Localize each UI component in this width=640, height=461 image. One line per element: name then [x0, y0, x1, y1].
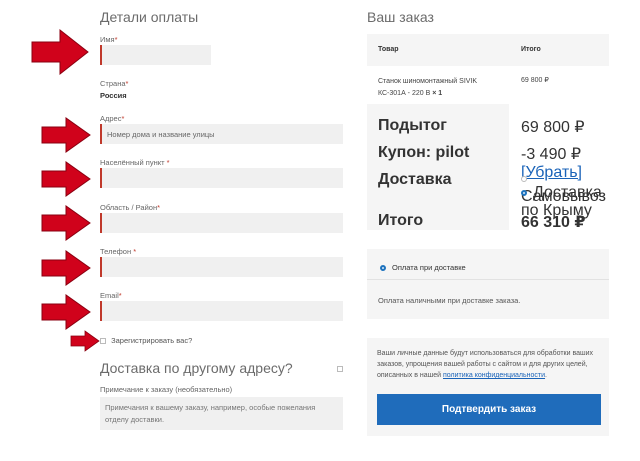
product-qty: × 1: [432, 90, 443, 97]
country-label: Страна*: [100, 79, 128, 88]
product-name-text: Станок шиномонтажный SIVIK КС-301А - 220…: [378, 78, 478, 97]
product-price: 69 800 ₽: [521, 77, 549, 84]
payment-method-label: Оплата при доставке: [392, 263, 466, 272]
shipping-title: Доставка по другому адресу?: [100, 360, 293, 376]
address-label: Адрес*: [100, 114, 124, 123]
shipping-label: Доставка: [378, 171, 452, 188]
email-label: Email*: [100, 291, 122, 300]
required-mark: *: [157, 203, 161, 212]
subtotal-value: 69 800 ₽: [521, 119, 585, 136]
required-mark: *: [118, 291, 122, 300]
privacy-policy-link[interactable]: политика конфиденциальности: [443, 372, 545, 379]
product-name: Станок шиномонтажный SIVIK КС-301А - 220…: [378, 76, 498, 100]
address-input[interactable]: [100, 124, 343, 144]
city-label-text: Населённый пункт: [100, 158, 165, 167]
phone-input[interactable]: [100, 257, 343, 277]
privacy-text-end: .: [545, 372, 547, 379]
arrow-address-icon: [41, 117, 91, 153]
email-label-text: Email: [100, 291, 119, 300]
privacy-text: Ваши личные данные будут использоваться …: [377, 348, 602, 381]
payment-method[interactable]: Оплата при доставке: [380, 263, 466, 272]
ship-different-checkbox[interactable]: [337, 366, 343, 372]
register-checkbox[interactable]: [100, 338, 106, 345]
arrow-city-icon: [41, 161, 91, 197]
total-label: Итого: [378, 212, 424, 229]
region-label: Область / Район*: [100, 203, 160, 212]
payment-cod-radio[interactable]: [380, 265, 386, 272]
order-note-textarea[interactable]: [100, 397, 343, 430]
shipping-crimea-radio[interactable]: [521, 189, 527, 196]
region-label-text: Область / Район: [100, 203, 158, 212]
payment-divider: [367, 279, 609, 280]
required-mark: *: [125, 79, 129, 88]
col-total: Итого: [521, 46, 541, 53]
arrow-email-icon: [41, 294, 91, 330]
coupon-label: Купон: pilot: [378, 144, 470, 161]
subtotal-label: Подытог: [378, 117, 447, 134]
required-mark: *: [166, 158, 170, 167]
name-label-text: Имя: [100, 35, 115, 44]
region-input[interactable]: [100, 213, 343, 233]
phone-label-text: Телефон: [100, 247, 132, 256]
city-input[interactable]: [100, 168, 343, 188]
payment-description: Оплата наличными при доставке заказа.: [378, 296, 521, 305]
required-mark: *: [133, 247, 137, 256]
arrow-region-icon: [41, 205, 91, 241]
billing-title: Детали оплаты: [100, 9, 199, 25]
note-label: Примечание к заказу (необязательно): [100, 385, 233, 394]
total-value: 66 310 ₽: [521, 214, 586, 231]
city-label: Населённый пункт *: [100, 158, 170, 167]
arrow-name-icon: [31, 28, 89, 76]
country-value: Россия: [100, 91, 127, 100]
arrow-register-icon: [70, 330, 100, 352]
required-mark: *: [121, 114, 125, 123]
shipping-pickup-radio[interactable]: [521, 175, 527, 182]
email-input[interactable]: [100, 301, 343, 321]
address-label-text: Адрес: [100, 114, 122, 123]
col-product: Товар: [378, 46, 399, 53]
register-row[interactable]: Зарегистрировать вас?: [100, 336, 192, 345]
required-mark: *: [114, 35, 118, 44]
order-table: Товар Итого Станок шиномонтажный SIVIK К…: [367, 34, 609, 231]
name-label: Имя*: [100, 35, 118, 44]
payment-box: [367, 249, 609, 319]
country-label-text: Страна: [100, 79, 126, 88]
phone-label: Телефон *: [100, 247, 136, 256]
coupon-amount: -3 490 ₽: [521, 146, 581, 163]
order-title: Ваш заказ: [367, 9, 434, 25]
place-order-button[interactable]: Подтвердить заказ: [377, 394, 601, 425]
name-input[interactable]: [100, 45, 211, 65]
order-header-row: [367, 34, 609, 66]
register-label: Зарегистрировать вас?: [111, 336, 193, 345]
arrow-phone-icon: [41, 250, 91, 286]
